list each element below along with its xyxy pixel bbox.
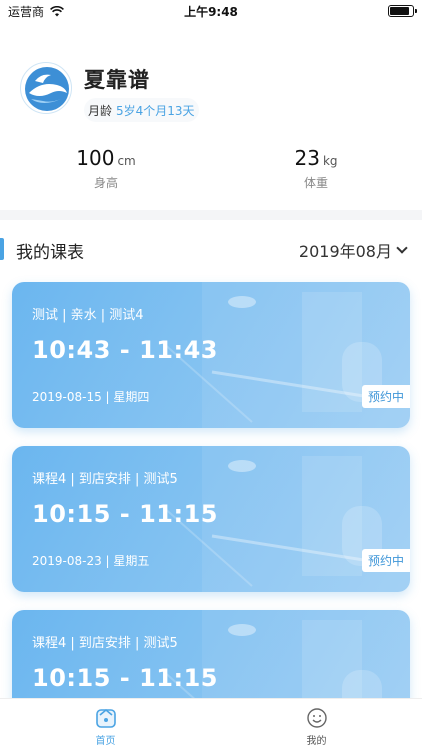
weight-label: 体重 bbox=[303, 176, 328, 190]
dolphin-logo-icon bbox=[25, 67, 69, 111]
age-pill: 月龄 5岁4个月13天 bbox=[84, 98, 199, 122]
class-date: 2019-08-15 | 星期四 bbox=[32, 390, 150, 404]
smiley-icon bbox=[306, 708, 327, 728]
weight-unit: kg bbox=[322, 154, 338, 168]
weight-value: 23 bbox=[294, 146, 320, 170]
class-info: 课程4 | 到店安排 | 测试5 bbox=[32, 636, 178, 651]
height-label: 身高 bbox=[93, 176, 118, 190]
body-metrics: 100 cm 身高 23 kg 体重 bbox=[0, 146, 422, 194]
tab-home[interactable]: 首页 bbox=[0, 699, 211, 750]
age-label: 月龄 bbox=[88, 103, 113, 118]
class-date: 2019-08-23 | 星期五 bbox=[32, 554, 150, 568]
height-metric: 100 cm 身高 bbox=[46, 146, 166, 191]
weight-metric: 23 kg 体重 bbox=[256, 146, 376, 191]
height-value: 100 bbox=[76, 146, 115, 170]
class-time: 10:15 - 11:15 bbox=[32, 500, 218, 528]
age-value: 5岁4个月13天 bbox=[116, 103, 195, 118]
height-unit: cm bbox=[117, 154, 136, 168]
section-divider bbox=[0, 210, 422, 220]
month-value: 2019年08月 bbox=[298, 242, 392, 261]
class-time: 10:43 - 11:43 bbox=[32, 336, 218, 364]
schedule-title: 我的课表 bbox=[16, 243, 84, 263]
status-bar: 运营商 上午9:48 bbox=[0, 0, 422, 22]
tab-bar: 首页 我的 bbox=[0, 698, 422, 750]
avatar[interactable] bbox=[20, 62, 72, 114]
chevron-down-icon bbox=[396, 242, 408, 254]
class-card[interactable]: 测试 | 亲水 | 测试4 10:43 - 11:43 2019-08-15 |… bbox=[12, 282, 410, 428]
class-card[interactable]: 课程4 | 到店安排 | 测试5 10:15 - 11:15 2019-08-2… bbox=[12, 446, 410, 592]
status-badge: 预约中 bbox=[361, 549, 410, 572]
battery-icon bbox=[388, 5, 417, 17]
month-picker[interactable]: 2019年08月 bbox=[298, 238, 408, 262]
section-accent-bar bbox=[0, 238, 4, 260]
class-time: 10:15 - 11:15 bbox=[32, 664, 218, 692]
status-time: 上午9:48 bbox=[184, 4, 238, 19]
class-info: 测试 | 亲水 | 测试4 bbox=[32, 308, 144, 323]
home-icon bbox=[95, 708, 116, 728]
status-badge: 预约中 bbox=[361, 385, 410, 408]
tab-mine[interactable]: 我的 bbox=[211, 699, 422, 750]
class-info: 课程4 | 到店安排 | 测试5 bbox=[32, 472, 178, 487]
profile-header: 夏靠谱 月龄 5岁4个月13天 bbox=[20, 54, 402, 134]
tab-mine-label: 我的 bbox=[306, 736, 327, 747]
schedule-header: 我的课表 2019年08月 bbox=[0, 232, 422, 266]
child-name: 夏靠谱 bbox=[84, 68, 150, 92]
schedule-list: 测试 | 亲水 | 测试4 10:43 - 11:43 2019-08-15 |… bbox=[12, 282, 410, 750]
tab-home-label: 首页 bbox=[95, 736, 116, 747]
